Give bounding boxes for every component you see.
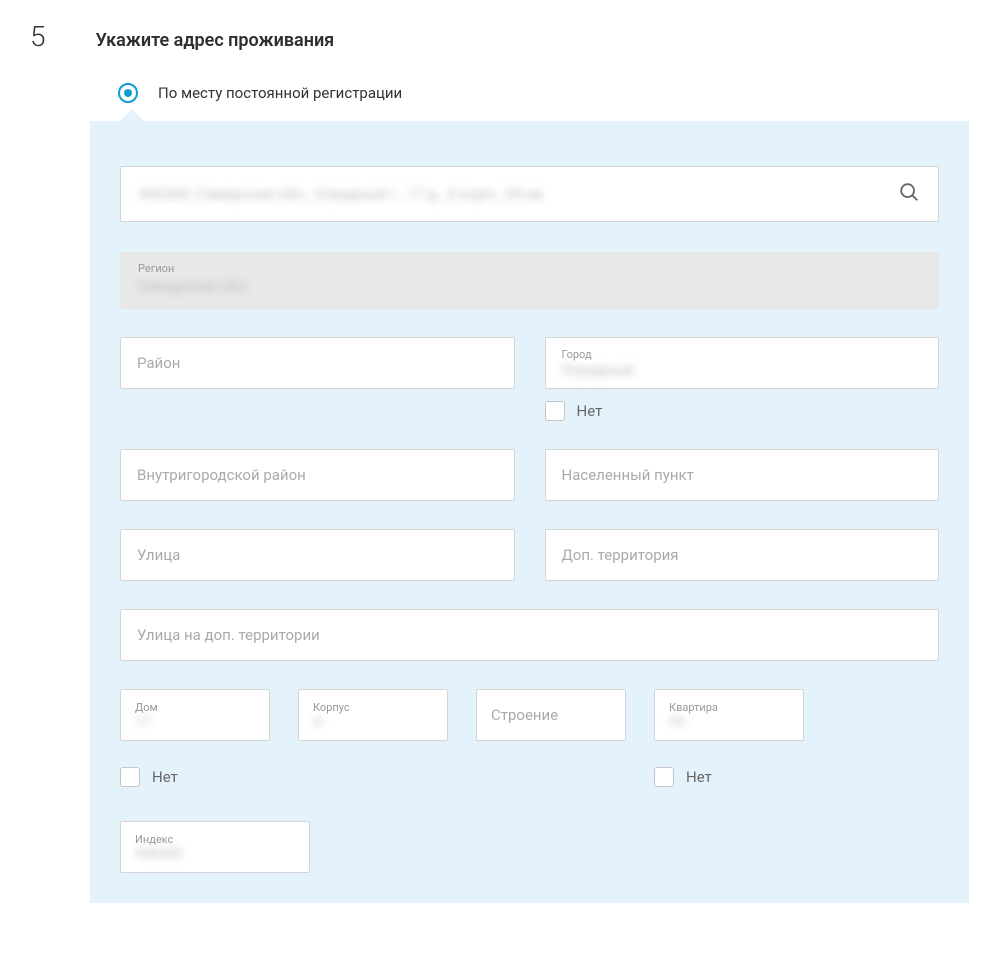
building-field[interactable]: Строение (476, 689, 626, 741)
city-none-checkbox-row: Нет (545, 401, 940, 421)
postal-index-value: 446300 (135, 846, 295, 862)
address-search-value: 446300, Самарская обл., Отрадный г., 17 … (139, 185, 898, 203)
district-placeholder: Район (137, 354, 498, 372)
step-header: 5 Укажите адрес проживания (30, 20, 969, 53)
corpus-label: Корпус (313, 701, 433, 714)
locality-field[interactable]: Населенный пункт (545, 449, 940, 501)
house-none-checkbox-row: Нет (120, 767, 270, 787)
house-label: Дом (135, 701, 255, 714)
house-none-checkbox[interactable] (120, 767, 140, 787)
region-value: Самарская обл. (138, 277, 921, 295)
city-field[interactable]: Город Отрадный (545, 337, 940, 389)
postal-index-label: Индекс (135, 833, 295, 846)
postal-index-field[interactable]: Индекс 446300 (120, 821, 310, 873)
city-none-checkbox[interactable] (545, 401, 565, 421)
inner-district-field[interactable]: Внутригородской район (120, 449, 515, 501)
district-field[interactable]: Район (120, 337, 515, 389)
radio-label: По месту постоянной регистрации (158, 84, 402, 102)
region-field: Регион Самарская обл. (120, 252, 939, 309)
corpus-value: А (313, 714, 433, 730)
search-icon (898, 181, 920, 207)
street-field[interactable]: Улица (120, 529, 515, 581)
city-value: Отрадный (562, 362, 923, 379)
step-title: Укажите адрес проживания (96, 30, 335, 51)
city-none-label: Нет (577, 402, 603, 420)
corpus-field[interactable]: Корпус А (298, 689, 448, 741)
house-value: 17 (135, 714, 255, 730)
additional-territory-field[interactable]: Доп. территория (545, 529, 940, 581)
flat-none-checkbox-row: Нет (654, 767, 804, 787)
street-additional-territory-placeholder: Улица на доп. территории (137, 626, 922, 644)
step-number: 5 (30, 20, 46, 53)
city-label: Город (562, 348, 923, 361)
house-none-label: Нет (152, 768, 178, 786)
address-search-field[interactable]: 446300, Самарская обл., Отрадный г., 17 … (120, 166, 939, 222)
flat-value: 34 (669, 714, 789, 730)
flat-label: Квартира (669, 701, 789, 714)
region-label: Регион (138, 262, 921, 275)
radio-option-permanent-registration[interactable]: По месту постоянной регистрации (118, 83, 969, 103)
house-field[interactable]: Дом 17 (120, 689, 270, 741)
street-additional-territory-field[interactable]: Улица на доп. территории (120, 609, 939, 661)
inner-district-placeholder: Внутригородской район (137, 466, 498, 484)
flat-none-label: Нет (686, 768, 712, 786)
building-placeholder: Строение (491, 706, 611, 724)
flat-field[interactable]: Квартира 34 (654, 689, 804, 741)
address-form-panel: 446300, Самарская обл., Отрадный г., 17 … (90, 121, 969, 903)
locality-placeholder: Населенный пункт (562, 466, 923, 484)
flat-none-checkbox[interactable] (654, 767, 674, 787)
additional-territory-placeholder: Доп. территория (562, 546, 923, 564)
radio-icon (118, 83, 138, 103)
street-placeholder: Улица (137, 546, 498, 564)
